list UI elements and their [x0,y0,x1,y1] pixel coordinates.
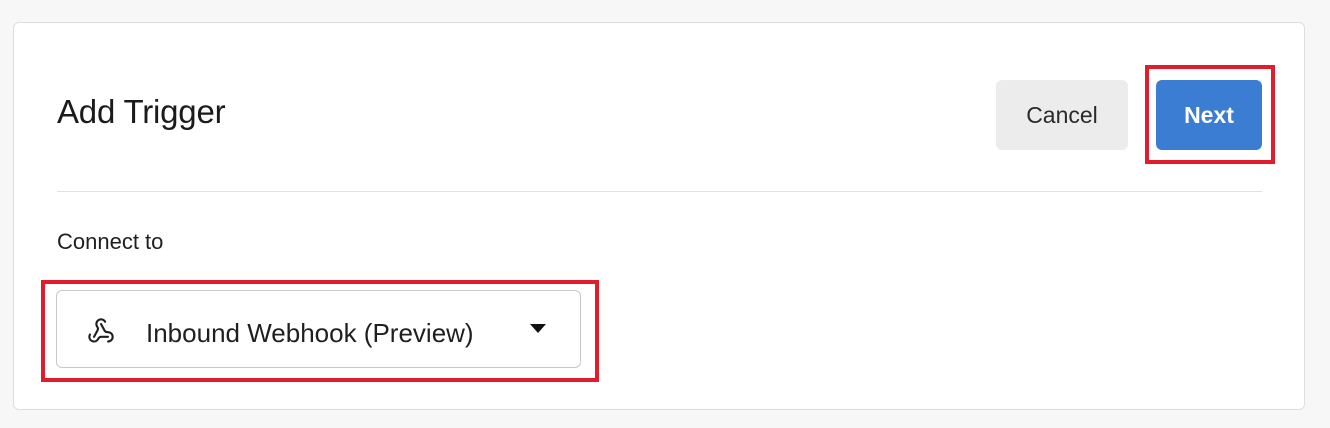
dropdown-caret-icon [530,324,546,333]
webhook-icon [88,318,114,343]
connect-to-select[interactable]: Inbound Webhook (Preview) [56,290,581,368]
selected-connection: Inbound Webhook (Preview) [146,318,474,348]
dialog-title: Add Trigger [57,93,226,130]
next-button[interactable]: Next [1156,80,1262,150]
header-divider [57,191,1262,192]
add-trigger-dialog: Add Trigger Cancel Next Connect to Inbou… [13,22,1305,410]
connect-to-label: Connect to [57,229,164,254]
cancel-button[interactable]: Cancel [996,80,1128,150]
